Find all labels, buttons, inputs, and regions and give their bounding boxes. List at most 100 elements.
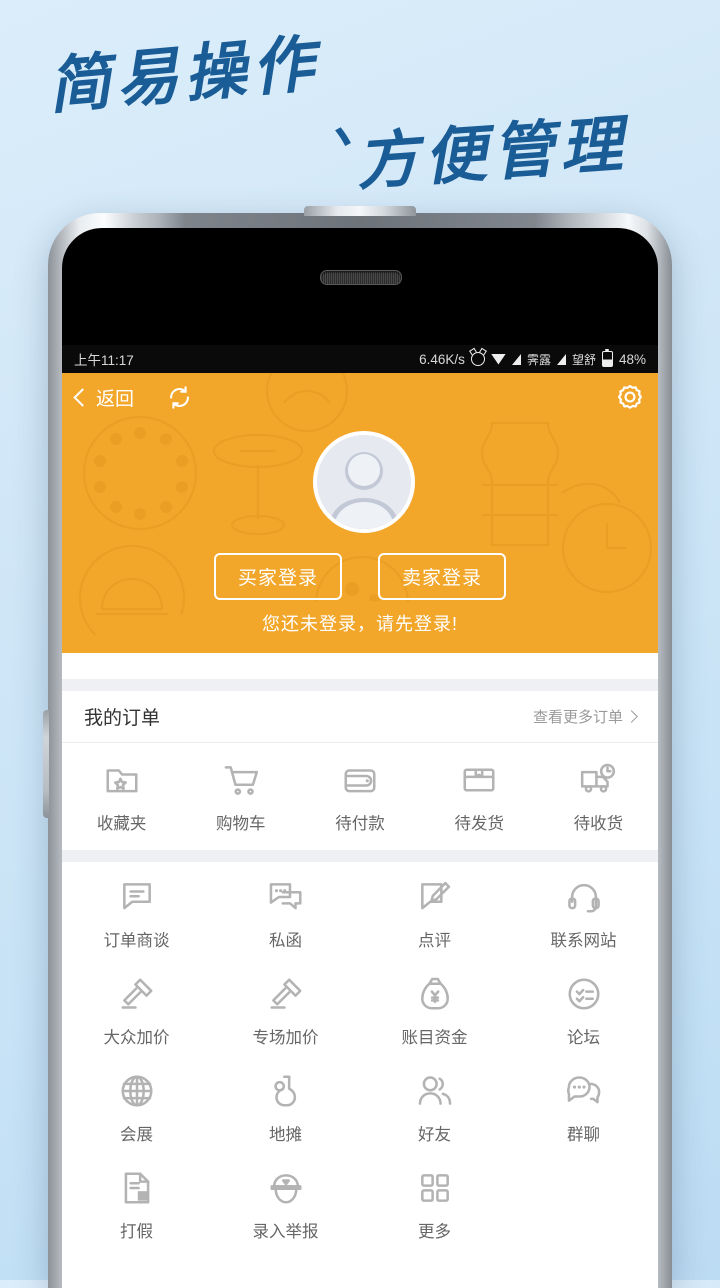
order-item-favorites[interactable]: 收藏夹 bbox=[62, 761, 181, 834]
order-item-label: 待收货 bbox=[573, 815, 624, 833]
login-tip: 您还未登录，请先登录! bbox=[262, 614, 458, 634]
orders-card: 我的订单 查看更多订单 收藏夹 购物车 待付款 待发货 待收货 bbox=[62, 691, 658, 850]
status-time: 上午11:17 bbox=[74, 353, 134, 368]
message-dots-icon bbox=[269, 883, 302, 910]
order-item-unpaid[interactable]: 待付款 bbox=[300, 761, 419, 834]
function-item-contact-website[interactable]: 联系网站 bbox=[509, 878, 658, 951]
order-item-label: 收藏夹 bbox=[96, 815, 147, 833]
function-item-label: 好友 bbox=[418, 1126, 451, 1144]
function-item-label: 地摊 bbox=[269, 1126, 302, 1144]
function-item-special-bid[interactable]: 专场加价 bbox=[211, 975, 360, 1048]
function-item-exhibition[interactable]: 会展 bbox=[62, 1072, 211, 1145]
function-item-label: 联系网站 bbox=[550, 932, 617, 950]
app-bar: 返回 bbox=[62, 373, 658, 421]
friends-icon bbox=[418, 1076, 451, 1105]
status-bar: 上午11:17 6.46K/s 霁露 望舒 48% bbox=[62, 345, 658, 373]
function-item-report-entry[interactable]: 录入举报 bbox=[211, 1169, 360, 1242]
wifi-icon bbox=[490, 353, 506, 365]
volume-button[interactable] bbox=[43, 710, 49, 818]
function-item-account-funds[interactable]: 账目资金 bbox=[360, 975, 509, 1048]
avatar[interactable] bbox=[313, 431, 415, 533]
function-item-label: 私函 bbox=[269, 932, 302, 950]
globe-icon bbox=[120, 1075, 153, 1107]
function-item-label: 账目资金 bbox=[401, 1029, 468, 1047]
view-more-orders-link[interactable]: 查看更多订单 bbox=[533, 706, 638, 727]
function-item-label: 订单商谈 bbox=[103, 932, 170, 950]
signal-icon-2 bbox=[556, 353, 566, 365]
phone-screen-body: 上午11:17 6.46K/s 霁露 望舒 48% 返回 买家登录 卖家登录 您… bbox=[62, 228, 658, 1288]
login-buttons: 买家登录 卖家登录 bbox=[62, 553, 658, 600]
profile-header: 返回 买家登录 卖家登录 您还未登录，请先登录! bbox=[62, 373, 658, 653]
function-grid: 订单商谈 私函 点评 联系网站 大众加价 专场加价 账目资金 论坛 会展 地摊 … bbox=[62, 862, 658, 1276]
poster-headline: 简易操作 、 方便管理 bbox=[0, 0, 720, 215]
orders-quick-actions: 收藏夹 购物车 待付款 待发货 待收货 bbox=[62, 743, 658, 850]
order-item-shipping[interactable]: 待收货 bbox=[539, 761, 658, 834]
gavel-icon-2 bbox=[269, 978, 302, 1009]
function-item-private-message[interactable]: 私函 bbox=[211, 878, 360, 951]
wallet-icon bbox=[344, 769, 376, 793]
function-item-label: 论坛 bbox=[567, 1029, 600, 1047]
section-divider-2 bbox=[62, 850, 658, 862]
headline-comma: 、 bbox=[329, 88, 396, 163]
edit-comment-icon bbox=[420, 881, 450, 910]
fake-report-icon bbox=[124, 1172, 149, 1204]
buyer-login-button[interactable]: 买家登录 bbox=[213, 553, 342, 600]
function-item-label: 专场加价 bbox=[252, 1029, 319, 1047]
group-chat-icon bbox=[566, 1076, 600, 1104]
function-item-street-stall[interactable]: 地摊 bbox=[211, 1072, 360, 1145]
function-item-label: 会展 bbox=[120, 1126, 153, 1144]
back-label: 返回 bbox=[96, 388, 135, 410]
order-item-unshipped[interactable]: 待发货 bbox=[420, 761, 539, 834]
page-title: 我的订单 bbox=[84, 708, 161, 729]
function-item-forum[interactable]: 论坛 bbox=[509, 975, 658, 1048]
function-item-review[interactable]: 点评 bbox=[360, 878, 509, 951]
order-item-cart[interactable]: 购物车 bbox=[181, 761, 300, 834]
alarm-icon bbox=[470, 352, 485, 366]
seller-login-button[interactable]: 卖家登录 bbox=[378, 553, 507, 600]
refresh-icon[interactable] bbox=[166, 384, 193, 411]
vase-icon bbox=[273, 1075, 296, 1107]
status-carrier-1: 霁露 bbox=[526, 352, 551, 367]
headset-icon bbox=[567, 883, 600, 913]
function-item-label: 点评 bbox=[418, 932, 451, 950]
back-button[interactable]: 返回 bbox=[73, 384, 135, 411]
chevron-right-icon bbox=[625, 710, 638, 723]
function-item-anti-counterfeit[interactable]: 打假 bbox=[62, 1169, 211, 1242]
package-box-icon bbox=[463, 768, 495, 792]
status-carrier-2: 望舒 bbox=[571, 352, 596, 367]
order-item-label: 购物车 bbox=[216, 815, 266, 833]
function-item-order-negotiation[interactable]: 订单商谈 bbox=[62, 878, 211, 951]
gear-icon[interactable] bbox=[616, 383, 644, 411]
status-battery: 48% bbox=[618, 351, 646, 367]
function-item-more[interactable]: 更多 bbox=[360, 1169, 509, 1242]
headline-line-2: 方便管理 bbox=[353, 107, 631, 199]
spacer-white bbox=[62, 653, 658, 679]
money-bag-icon bbox=[420, 977, 449, 1010]
function-item-friends[interactable]: 好友 bbox=[360, 1072, 509, 1145]
order-item-label: 待付款 bbox=[335, 815, 385, 833]
headline-line-1: 简易操作 bbox=[45, 26, 323, 123]
order-item-label: 待发货 bbox=[454, 815, 504, 833]
function-item-label: 录入举报 bbox=[252, 1223, 319, 1241]
function-item-public-bid[interactable]: 大众加价 bbox=[62, 975, 211, 1048]
function-item-label: 打假 bbox=[120, 1223, 153, 1241]
phone-mockup: 上午11:17 6.46K/s 霁露 望舒 48% 返回 买家登录 卖家登录 您… bbox=[43, 206, 672, 1288]
police-cap-icon bbox=[269, 1174, 302, 1204]
chevron-left-icon bbox=[73, 387, 92, 407]
function-item-empty bbox=[509, 1169, 658, 1242]
earpiece-speaker bbox=[320, 270, 402, 285]
battery-icon bbox=[601, 348, 613, 367]
orders-header: 我的订单 查看更多订单 bbox=[62, 691, 658, 743]
delivery-truck-icon bbox=[581, 763, 616, 793]
forum-circle-icon bbox=[567, 978, 600, 1010]
function-item-label: 大众加价 bbox=[103, 1029, 170, 1047]
signal-icon bbox=[511, 353, 521, 365]
function-item-label: 群聊 bbox=[567, 1126, 600, 1144]
phone-screen: 上午11:17 6.46K/s 霁露 望舒 48% 返回 买家登录 卖家登录 您… bbox=[62, 345, 658, 1288]
gavel-icon bbox=[120, 978, 153, 1009]
status-netspeed: 6.46K/s bbox=[419, 351, 465, 367]
phone-top-notch bbox=[304, 206, 416, 216]
folder-star-icon bbox=[106, 769, 138, 793]
avatar-placeholder-icon bbox=[317, 435, 411, 529]
function-item-group-chat[interactable]: 群聊 bbox=[509, 1072, 658, 1145]
